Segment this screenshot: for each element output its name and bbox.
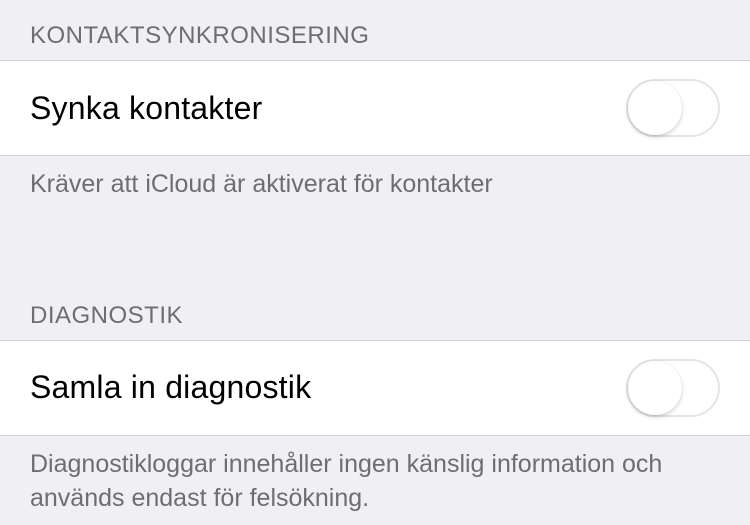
toggle-knob <box>628 361 682 415</box>
cell-collect-diagnostics: Samla in diagnostik <box>0 340 750 436</box>
cell-label-sync-contacts: Synka kontakter <box>30 90 262 127</box>
section-footer-contact-sync: Kräver att iCloud är aktiverat för konta… <box>0 156 750 212</box>
toggle-collect-diagnostics[interactable] <box>626 359 720 417</box>
section-spacer <box>0 212 750 268</box>
toggle-knob <box>628 81 682 135</box>
cell-sync-contacts: Synka kontakter <box>0 60 750 156</box>
section-header-contact-sync: KONTAKTSYNKRONISERING <box>0 0 750 60</box>
section-header-diagnostics: DIAGNOSTIK <box>0 268 750 340</box>
cell-label-collect-diagnostics: Samla in diagnostik <box>30 369 311 406</box>
toggle-sync-contacts[interactable] <box>626 79 720 137</box>
